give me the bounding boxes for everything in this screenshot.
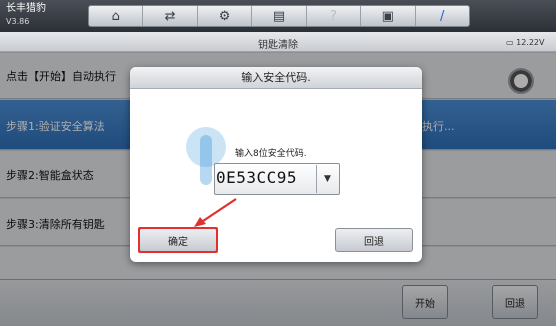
highlight-box	[138, 227, 218, 253]
printer-icon[interactable]: ▤	[252, 6, 307, 26]
save-icon[interactable]: ▣	[361, 6, 416, 26]
pointer-arrow-icon	[194, 198, 237, 227]
dialog-back-button[interactable]: 回退	[335, 228, 413, 252]
pen-icon[interactable]: /	[416, 6, 469, 26]
page-title: 钥匙清除	[258, 40, 298, 51]
tool-strip: ⌂ ⇄ ⚙ ▤ ? ▣ /	[88, 5, 470, 27]
car-tools-icon[interactable]: ⇄	[143, 6, 198, 26]
battery-voltage: ▭ 12.22V	[506, 38, 544, 47]
help-icon[interactable]: ?	[307, 6, 362, 26]
battery-icon: ▭	[506, 38, 514, 47]
gear-icon[interactable]: ⚙	[198, 6, 253, 26]
battery-value: 12.22V	[516, 38, 545, 47]
app-name: 长丰猎豹	[6, 3, 46, 14]
chevron-down-icon[interactable]: ▼	[316, 165, 338, 193]
security-code-value: 0E53CC95	[216, 168, 298, 187]
dialog-prompt: 输入8位安全代码.	[235, 149, 307, 159]
home-icon[interactable]: ⌂	[89, 6, 144, 26]
dialog-title: 输入安全代码.	[130, 67, 422, 89]
app-version: V3.86	[6, 17, 30, 26]
